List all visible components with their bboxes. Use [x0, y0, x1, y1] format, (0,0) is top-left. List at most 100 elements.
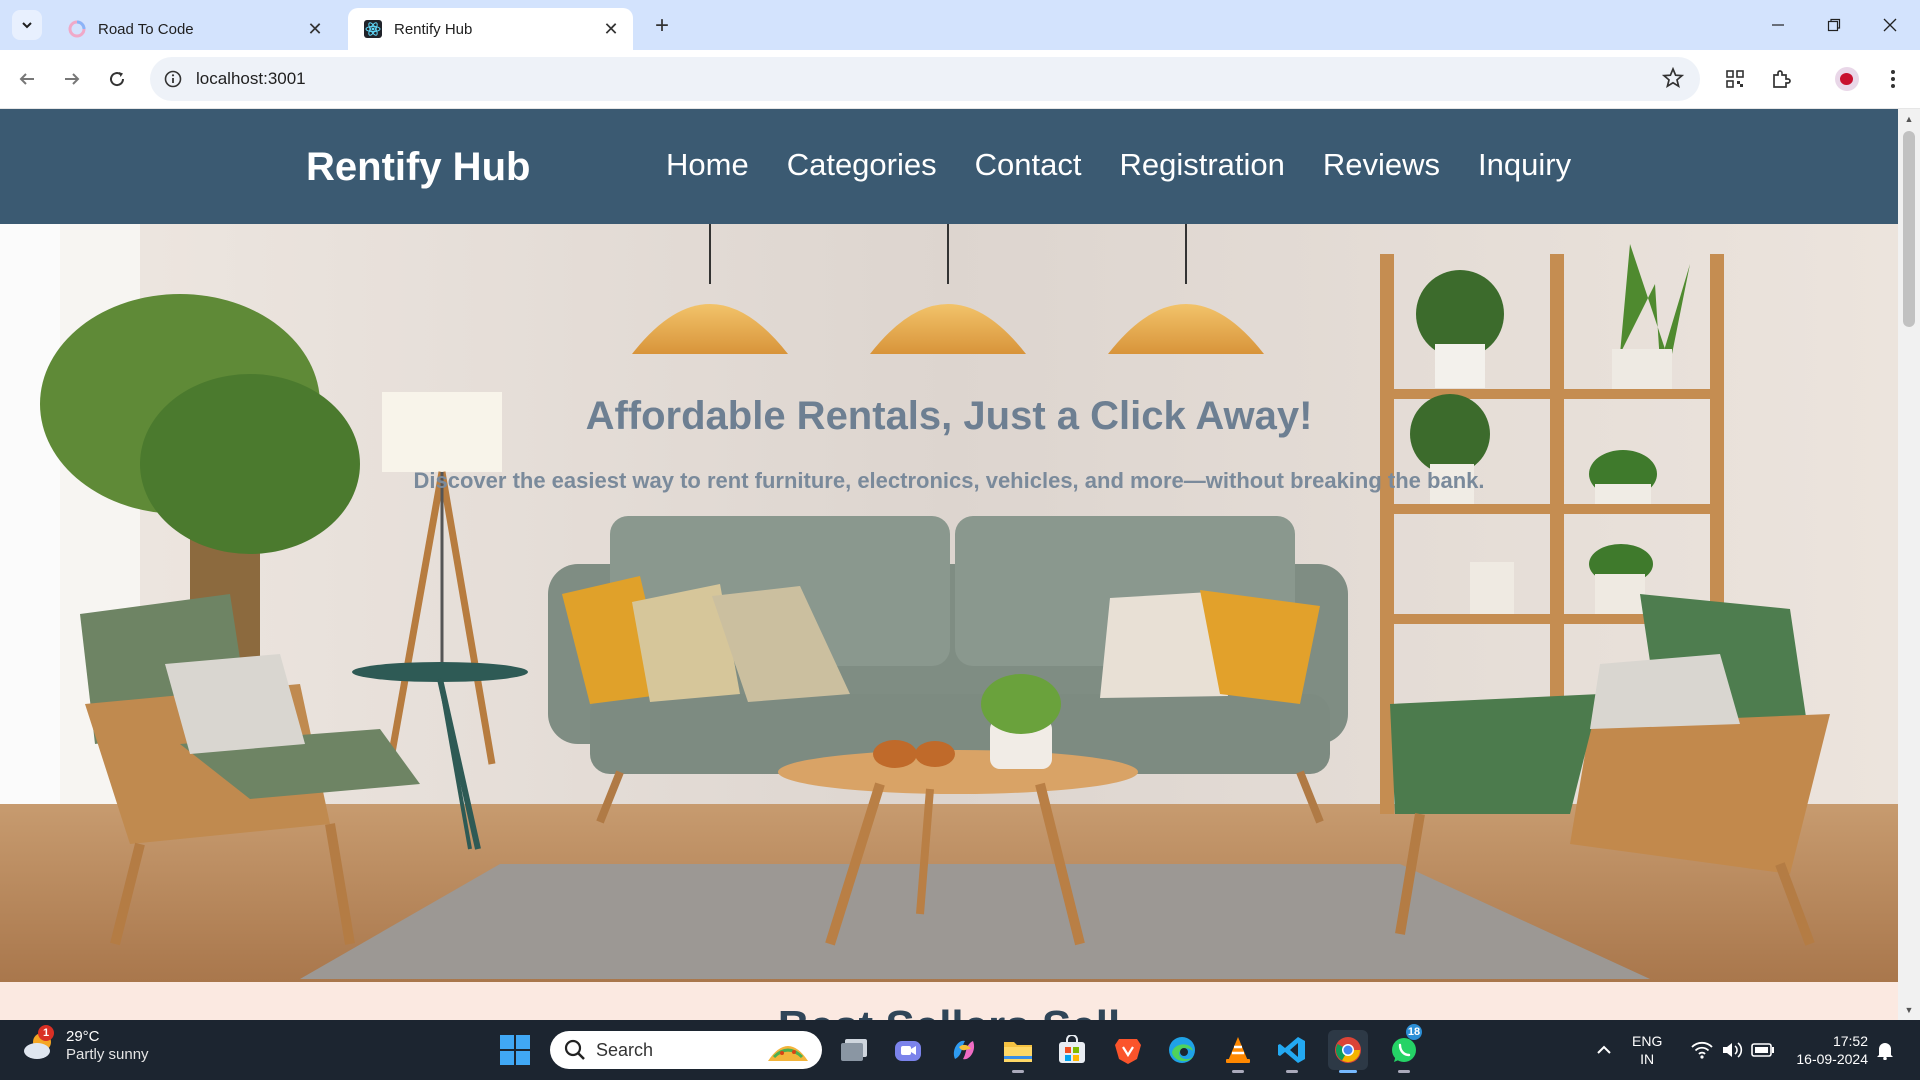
nav-registration[interactable]: Registration: [1119, 147, 1284, 183]
tab-title: Rentify Hub: [394, 20, 473, 38]
bell-icon: [1877, 1043, 1893, 1060]
nav-reviews[interactable]: Reviews: [1323, 147, 1440, 183]
chrome-icon: [1335, 1037, 1361, 1063]
react-favicon-icon: [364, 20, 382, 38]
scroll-up-icon[interactable]: ▲: [1903, 113, 1915, 125]
qr-code-button[interactable]: [1718, 62, 1752, 96]
start-button[interactable]: [500, 1035, 530, 1065]
forward-button[interactable]: [55, 62, 89, 96]
whatsapp-button[interactable]: 18: [1384, 1024, 1424, 1073]
reload-button[interactable]: [100, 62, 134, 96]
avatar: [1835, 67, 1859, 91]
weather-desc: Partly sunny: [66, 1046, 149, 1063]
profile-button[interactable]: [1830, 62, 1864, 96]
taco-icon: [768, 1046, 808, 1061]
page-scrollbar[interactable]: ▲ ▼: [1898, 109, 1920, 1020]
teams-button[interactable]: [888, 1030, 928, 1070]
nav-categories[interactable]: Categories: [787, 147, 937, 183]
menu-button[interactable]: [1876, 62, 1910, 96]
hero-subtitle: Discover the easiest way to rent furnitu…: [413, 468, 1485, 493]
quick-settings-button[interactable]: [1678, 1030, 1788, 1070]
chrome-button[interactable]: [1328, 1030, 1368, 1073]
edge-button[interactable]: [1162, 1030, 1202, 1070]
minimize-button[interactable]: [1750, 0, 1806, 50]
battery-icon: [1751, 1043, 1774, 1057]
active-indicator: [1339, 1070, 1357, 1073]
show-hidden-icons-button[interactable]: [1584, 1030, 1624, 1070]
store-icon: [1059, 1035, 1085, 1063]
new-tab-button[interactable]: +: [648, 12, 676, 40]
notification-badge: 18: [1406, 1024, 1422, 1040]
running-indicator: [1398, 1070, 1410, 1073]
clock-date: 16-09-2024: [1796, 1051, 1868, 1067]
site-info-icon[interactable]: [162, 68, 184, 90]
vlc-button[interactable]: [1218, 1030, 1258, 1073]
close-icon[interactable]: ✕: [303, 17, 327, 41]
puzzle-icon: [1773, 70, 1791, 88]
taskbar-search[interactable]: Search: [550, 1031, 822, 1069]
notifications-button[interactable]: [1868, 1030, 1902, 1070]
tab-search-button[interactable]: [12, 10, 42, 40]
site-brand[interactable]: Rentify Hub: [306, 145, 530, 190]
file-explorer-button[interactable]: [998, 1030, 1038, 1073]
folder-icon: [1004, 1042, 1032, 1062]
store-button[interactable]: [1052, 1030, 1092, 1070]
windows-taskbar: 1 29°C Partly sunny Search 18 ENG IN 17:…: [0, 1020, 1920, 1080]
back-button[interactable]: [10, 62, 44, 96]
minimize-icon: [1772, 24, 1784, 26]
copilot-button[interactable]: [944, 1030, 984, 1070]
copilot-icon: [953, 1040, 975, 1060]
tab-rentify-hub[interactable]: Rentify Hub ✕: [348, 8, 633, 50]
task-view-button[interactable]: [834, 1030, 874, 1070]
language-indicator[interactable]: ENG IN: [1632, 1032, 1662, 1068]
address-bar[interactable]: localhost:3001: [150, 57, 1700, 101]
scroll-down-icon[interactable]: ▼: [1903, 1004, 1915, 1016]
browser-toolbar: localhost:3001: [0, 50, 1920, 109]
web-page: Rentify Hub Home Categories Contact Regi…: [0, 109, 1898, 1020]
weather-temp: 29°C: [66, 1028, 100, 1045]
vscode-button[interactable]: [1272, 1030, 1312, 1073]
nav-home[interactable]: Home: [666, 147, 749, 183]
restore-icon: [1827, 18, 1841, 32]
weather-badge: 1: [38, 1025, 54, 1041]
scrollbar-thumb[interactable]: [1903, 131, 1915, 327]
close-window-button[interactable]: [1862, 0, 1918, 50]
weather-widget[interactable]: 1 29°C Partly sunny: [22, 1025, 149, 1064]
tab-strip: Road To Code ✕ Rentify Hub ✕ +: [0, 0, 1920, 50]
volume-icon: [1723, 1042, 1743, 1058]
nav-links: Home Categories Contact Registration Rev…: [666, 147, 1571, 183]
more-vertical-icon: [1891, 70, 1895, 88]
brave-button[interactable]: [1108, 1030, 1148, 1070]
nav-contact[interactable]: Contact: [975, 147, 1082, 183]
site-navbar: Rentify Hub Home Categories Contact Regi…: [0, 109, 1898, 224]
vscode-icon: [1278, 1037, 1305, 1063]
nav-inquiry[interactable]: Inquiry: [1478, 147, 1571, 183]
close-icon[interactable]: ✕: [599, 17, 623, 41]
tab-road-to-code[interactable]: Road To Code ✕: [52, 8, 337, 50]
tab-title: Road To Code: [98, 20, 194, 38]
brave-lion-icon: [1115, 1039, 1141, 1064]
video-chat-icon: [895, 1041, 921, 1061]
next-section: Best Sellers Sell: [0, 982, 1898, 1020]
vlc-cone-icon: [1226, 1037, 1250, 1063]
hero-title: Affordable Rentals, Just a Click Away!: [585, 394, 1313, 438]
chevron-up-icon: [1597, 1045, 1611, 1054]
chevron-down-icon: [22, 22, 32, 29]
reload-icon: [110, 72, 125, 87]
windows-logo-icon: [500, 1035, 514, 1049]
running-indicator: [1232, 1070, 1244, 1073]
restore-button[interactable]: [1806, 0, 1862, 50]
hero-living-room-image: [0, 224, 1898, 982]
wifi-icon: [1691, 1041, 1713, 1059]
running-indicator: [1286, 1070, 1298, 1073]
arrow-left-icon: [19, 73, 34, 85]
url-text: localhost:3001: [196, 69, 306, 88]
system-clock[interactable]: 17:52 16-09-2024: [1784, 1032, 1868, 1068]
section-heading-partial: Best Sellers Sell: [0, 1002, 1898, 1020]
partly-sunny-icon: 1: [22, 1025, 56, 1063]
language-code: ENG: [1632, 1033, 1663, 1049]
close-icon: [1883, 18, 1897, 32]
extensions-button[interactable]: [1764, 62, 1798, 96]
search-icon: [564, 1039, 585, 1060]
bookmark-star-icon[interactable]: [1661, 66, 1685, 94]
